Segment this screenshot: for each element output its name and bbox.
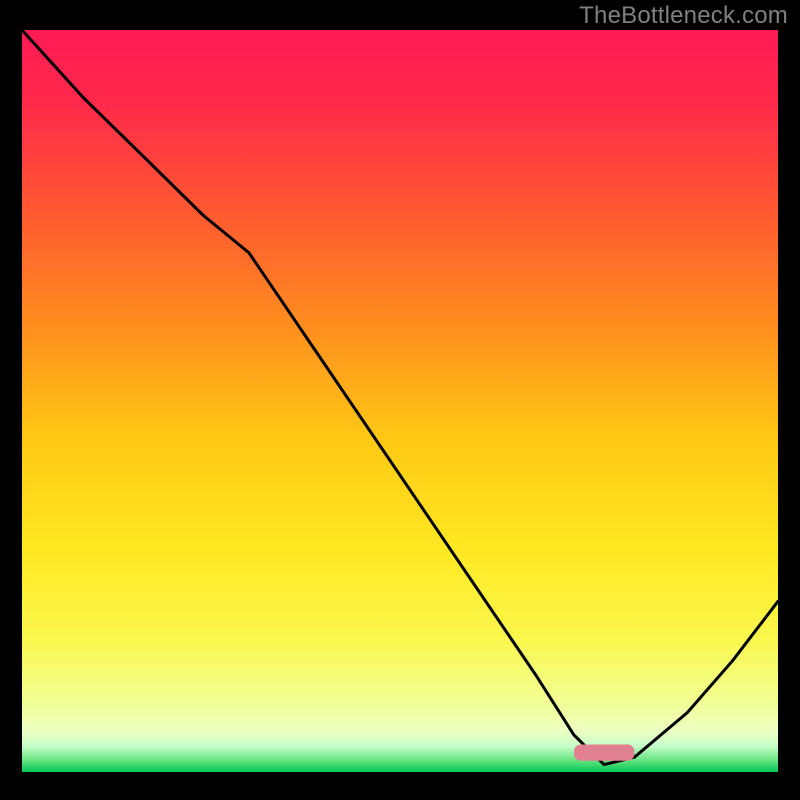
optimal-zone-marker <box>574 745 635 761</box>
heat-gradient <box>22 30 778 772</box>
bottleneck-curve-chart <box>0 0 800 800</box>
chart-container: TheBottleneck.com <box>0 0 800 800</box>
watermark-text: TheBottleneck.com <box>579 2 788 30</box>
